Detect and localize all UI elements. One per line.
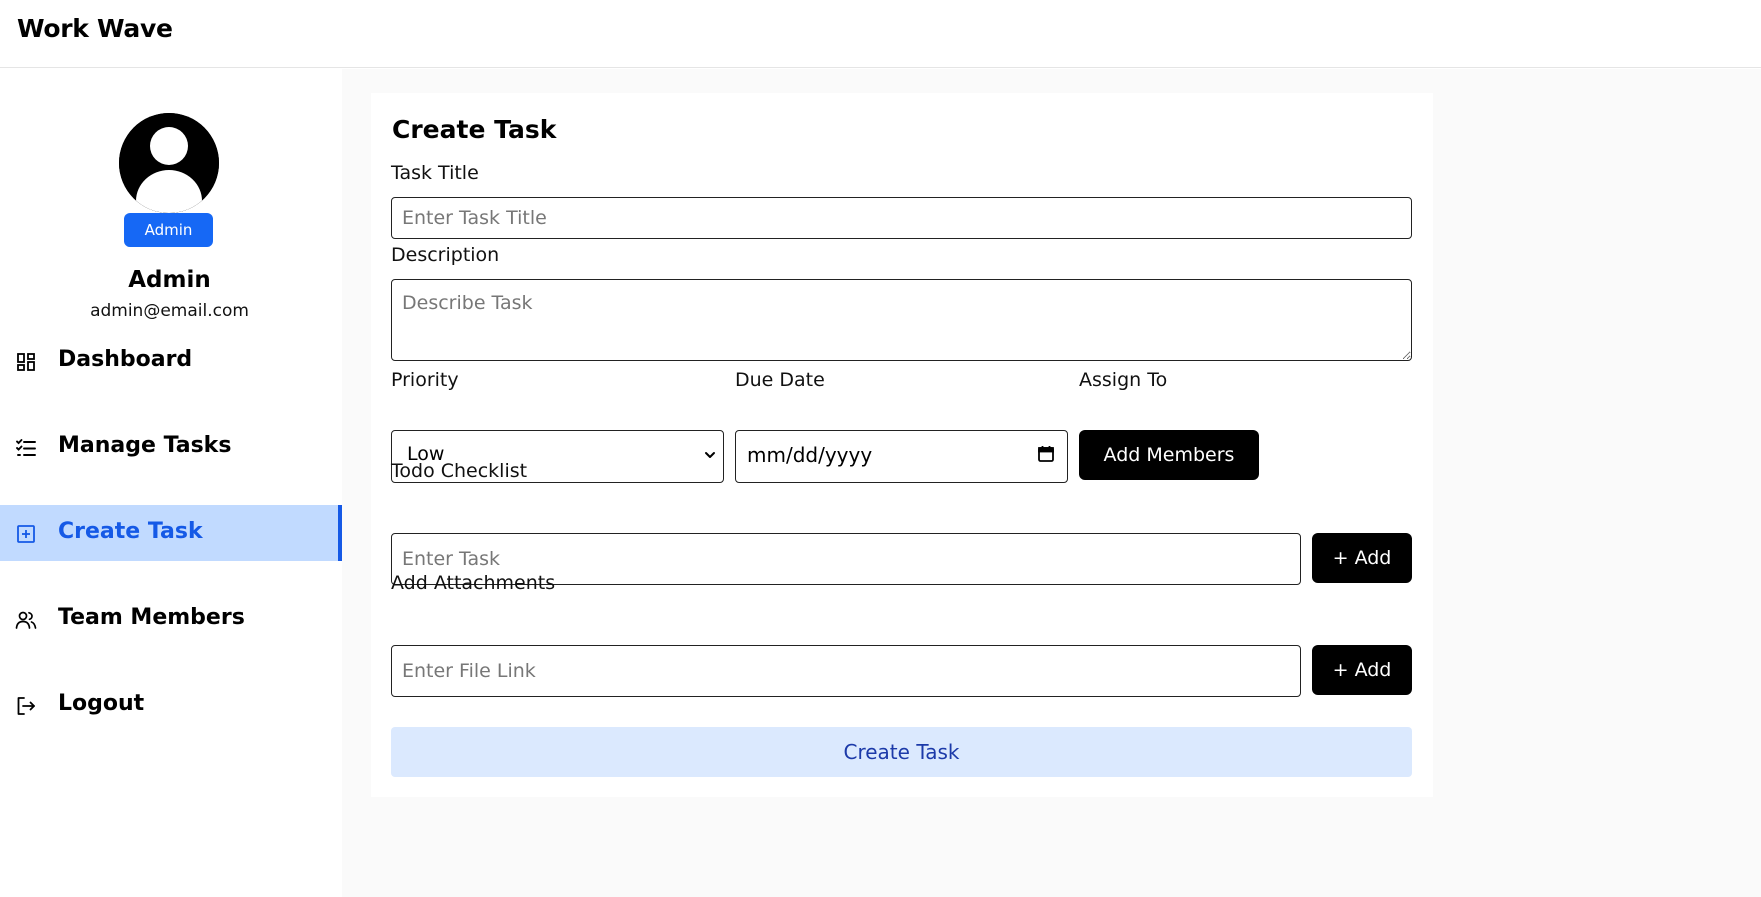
create-task-button[interactable]: Create Task bbox=[391, 727, 1412, 777]
chevron-down-icon bbox=[705, 452, 715, 458]
list-check-icon bbox=[15, 437, 37, 459]
add-members-button[interactable]: Add Members bbox=[1079, 430, 1259, 480]
user-silhouette-icon bbox=[119, 113, 219, 213]
sidebar-item-manage-tasks[interactable]: Manage Tasks bbox=[0, 419, 342, 475]
sidebar-item-logout[interactable]: Logout bbox=[0, 677, 342, 733]
sidebar-item-label: Manage Tasks bbox=[58, 433, 232, 458]
priority-label: Priority bbox=[391, 369, 459, 391]
brand-title: Work Wave bbox=[17, 14, 173, 43]
attachments-label: Add Attachments bbox=[391, 572, 556, 594]
create-task-form: Create Task Task Title Description Prior… bbox=[371, 93, 1433, 797]
dashboard-icon bbox=[15, 351, 37, 373]
sidebar-item-team-members[interactable]: Team Members bbox=[0, 591, 342, 647]
add-attachment-button[interactable]: + Add bbox=[1312, 645, 1412, 695]
description-label: Description bbox=[391, 244, 500, 266]
calendar-icon[interactable] bbox=[1037, 445, 1055, 463]
sidebar: Admin Admin admin@email.com Dashboard Ma… bbox=[0, 69, 342, 897]
task-title-input[interactable] bbox=[391, 197, 1412, 239]
main-content: Create Task Task Title Description Prior… bbox=[342, 69, 1761, 897]
task-title-label: Task Title bbox=[391, 162, 479, 184]
todo-checklist-label: Todo Checklist bbox=[391, 460, 528, 482]
due-date-label: Due Date bbox=[735, 369, 825, 391]
logout-icon bbox=[15, 695, 37, 717]
role-badge: Admin bbox=[124, 213, 213, 247]
user-email: admin@email.com bbox=[90, 301, 249, 321]
sidebar-item-label: Logout bbox=[58, 691, 145, 716]
due-date-input[interactable]: mm/dd/yyyy bbox=[735, 430, 1068, 483]
form-title: Create Task bbox=[392, 115, 557, 144]
due-date-value: mm/dd/yyyy bbox=[747, 443, 873, 467]
description-textarea[interactable] bbox=[391, 279, 1412, 361]
add-todo-button[interactable]: + Add bbox=[1312, 533, 1412, 583]
square-plus-icon bbox=[15, 523, 37, 545]
user-name: Admin bbox=[128, 267, 211, 293]
avatar bbox=[119, 113, 219, 213]
assign-to-label: Assign To bbox=[1079, 369, 1168, 391]
sidebar-item-label: Create Task bbox=[58, 519, 203, 544]
sidebar-item-dashboard[interactable]: Dashboard bbox=[0, 333, 342, 389]
sidebar-item-create-task[interactable]: Create Task bbox=[0, 505, 342, 561]
top-bar: Work Wave bbox=[0, 0, 1761, 68]
sidebar-item-label: Team Members bbox=[58, 605, 245, 630]
sidebar-item-label: Dashboard bbox=[58, 347, 193, 372]
users-icon bbox=[15, 609, 37, 631]
attachment-link-input[interactable] bbox=[391, 645, 1301, 697]
